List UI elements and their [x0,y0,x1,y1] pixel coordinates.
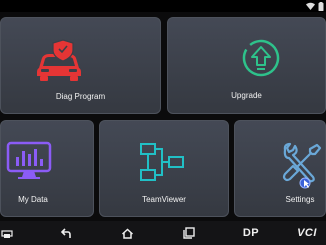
upgrade-tile[interactable]: Upgrade [167,17,326,114]
navigation-bar: DP VCI [0,221,326,245]
settings-tile[interactable]: Settings [234,120,326,217]
network-diagram-icon [140,143,184,181]
home-button[interactable] [119,225,135,241]
vci-button[interactable]: VCI [294,225,320,241]
back-arrow-icon [60,228,71,238]
my-data-label: My Data [18,195,48,204]
teamviewer-label: TeamViewer [142,195,186,204]
printer-icon [1,230,13,238]
upgrade-arrow-icon [242,39,280,77]
printer-button[interactable] [0,225,14,241]
home-icon [121,227,133,239]
recent-apps-button[interactable] [181,225,197,241]
car-shield-icon [37,39,81,81]
dp-button[interactable]: DP [240,225,262,241]
diag-program-label: Diag Program [55,92,106,101]
wifi-icon [306,2,315,10]
data-monitor-icon [6,141,52,179]
vci-label: VCI [297,227,317,239]
status-icons [306,1,324,11]
battery-icon [318,1,324,11]
recent-apps-icon [183,227,195,239]
status-bar [0,0,326,12]
back-button[interactable] [58,225,74,241]
cursor-pointer-icon [299,177,311,189]
teamviewer-tile[interactable]: TeamViewer [99,120,229,217]
settings-label: Settings [285,195,315,204]
diag-program-tile[interactable]: Diag Program [0,17,161,114]
upgrade-label: Upgrade [231,91,262,100]
dp-label: DP [242,227,260,239]
my-data-tile[interactable]: My Data [0,120,94,217]
